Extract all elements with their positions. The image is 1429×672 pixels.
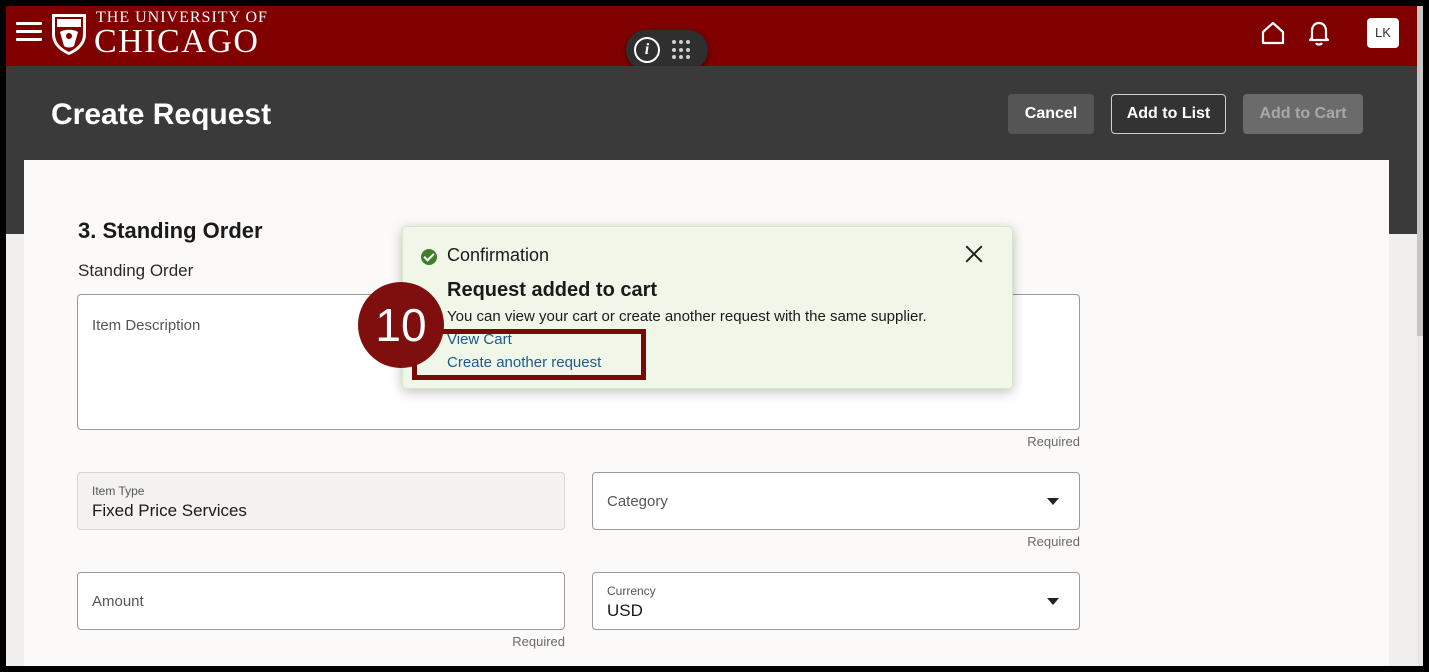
category-required: Required [1027,534,1080,549]
item-description-required: Required [1027,434,1080,449]
step-highlight-box [412,329,646,380]
bell-icon[interactable] [1306,19,1332,47]
chevron-down-icon[interactable] [1047,598,1059,605]
currency-value: USD [607,601,643,620]
user-avatar[interactable]: LK [1367,18,1399,48]
item-type-label: Item Type [92,484,145,498]
confirmation-text: You can view your cart or create another… [447,308,927,325]
currency-select[interactable]: Currency USD [592,572,1080,630]
item-description-label: Item Description [92,317,201,334]
home-icon[interactable] [1260,20,1286,46]
currency-label: Currency [607,584,656,598]
apps-grid-icon[interactable] [672,40,692,60]
add-to-list-button[interactable]: Add to List [1111,94,1226,134]
confirmation-heading: Confirmation [447,245,550,265]
brand-bar: THE UNIVERSITY OF CHICAGO i LK [6,6,1417,70]
section-subtitle: Standing Order [78,261,194,280]
category-label: Category [607,493,668,510]
page-title: Create Request [51,98,272,131]
guide-toolbar: i [626,30,708,70]
cancel-button[interactable]: Cancel [1008,94,1094,134]
scrollbar-thumb[interactable] [1417,6,1423,336]
brand-name: CHICAGO [94,23,260,60]
amount-required: Required [512,634,565,649]
amount-field[interactable]: Amount [77,572,565,630]
confirmation-title: Request added to cart [447,279,658,301]
category-select[interactable]: Category [592,472,1080,530]
university-crest-icon [52,14,86,55]
add-to-cart-button[interactable]: Add to Cart [1243,94,1363,134]
item-type-field: Item Type Fixed Price Services [77,472,565,530]
success-check-icon [421,249,437,265]
step-number-badge: 10 [358,282,444,368]
info-icon[interactable]: i [634,37,660,63]
close-icon[interactable] [963,243,985,265]
item-type-value: Fixed Price Services [92,501,247,520]
chevron-down-icon[interactable] [1047,498,1059,505]
amount-label: Amount [92,593,144,610]
section-title: 3. Standing Order [78,218,263,243]
app-frame: THE UNIVERSITY OF CHICAGO i LK Create Re… [6,6,1423,666]
menu-icon[interactable] [16,22,42,44]
